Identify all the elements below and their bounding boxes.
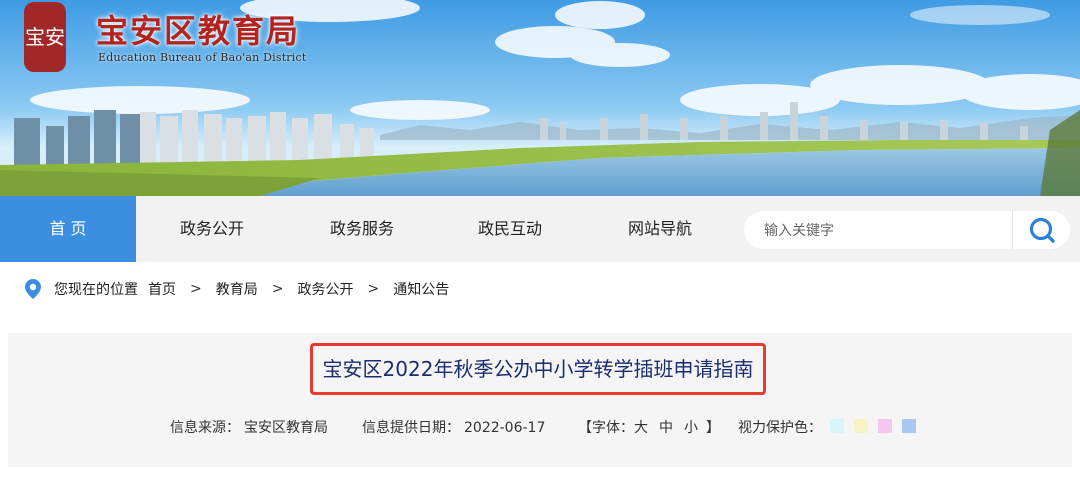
date-value: 2022-06-17 (464, 420, 546, 436)
eye-care-color-cyan[interactable] (830, 419, 844, 433)
nav-item-government-affairs[interactable]: 政务公开 (146, 196, 278, 262)
header-banner: 宝安 宝安区教育局 Education Bureau of Bao'an Dis… (0, 0, 1080, 196)
font-size-medium[interactable]: 中 (659, 418, 673, 438)
search-icon[interactable] (1028, 216, 1056, 244)
site-title: 宝安区教育局 (96, 12, 301, 50)
location-pin-icon (25, 279, 41, 299)
breadcrumb-bureau[interactable]: 教育局 (216, 279, 258, 299)
font-size-small[interactable]: 小 (684, 418, 698, 438)
breadcrumb-prefix: 您现在的位置 (54, 282, 138, 298)
breadcrumb-home[interactable]: 首页 (148, 279, 176, 299)
breadcrumb-notices[interactable]: 通知公告 (393, 279, 449, 299)
breadcrumb-government-affairs[interactable]: 政务公开 (297, 279, 353, 299)
breadcrumb: 您现在的位置 首页 > 教育局 > 政务公开 > 通知公告 (24, 278, 449, 300)
seal-text: 宝安 (25, 25, 65, 49)
seal-logo: 宝安 (24, 2, 66, 72)
nav-item-interaction[interactable]: 政民互动 (444, 196, 576, 262)
site-subtitle: Education Bureau of Bao'an District (98, 51, 307, 64)
article-header: 宝安区2022年秋季公办中小学转学插班申请指南 信息来源： 宝安区教育局 信息提… (8, 333, 1072, 467)
eye-care-label: 视力保护色： (738, 420, 822, 436)
font-size-close: 】 (706, 420, 720, 436)
eye-care-color-blue[interactable] (902, 419, 916, 433)
breadcrumb-separator: > (190, 281, 202, 297)
eye-care-color-yellow[interactable] (854, 419, 868, 433)
nav-item-home[interactable]: 首 页 (0, 196, 136, 262)
date-label: 信息提供日期： (362, 420, 460, 436)
nav-item-government-services[interactable]: 政务服务 (296, 196, 428, 262)
article-title: 宝安区2022年秋季公办中小学转学插班申请指南 (310, 343, 766, 395)
search-input[interactable] (762, 211, 1026, 251)
font-size-large[interactable]: 大 (634, 418, 648, 438)
breadcrumb-separator: > (367, 281, 380, 297)
eye-care-color-pink[interactable] (878, 419, 892, 433)
breadcrumb-separator: > (271, 281, 284, 297)
main-nav: 首 页 政务公开 政务服务 政民互动 网站导航 (0, 196, 1080, 262)
nav-item-site-navigation[interactable]: 网站导航 (594, 196, 726, 262)
source-label: 信息来源： (170, 420, 240, 436)
search-box (744, 211, 1070, 251)
search-divider (1012, 211, 1013, 249)
font-size-label: 【字体： (578, 420, 634, 436)
source-value: 宝安区教育局 (244, 420, 328, 436)
